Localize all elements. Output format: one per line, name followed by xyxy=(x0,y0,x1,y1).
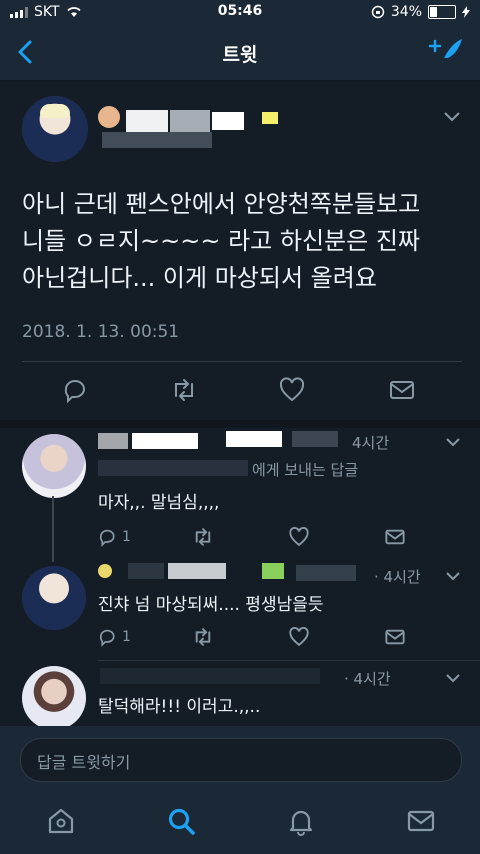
search-icon[interactable] xyxy=(166,806,196,836)
censored-handle xyxy=(102,132,212,148)
chevron-down-icon[interactable] xyxy=(446,674,460,683)
charging-icon xyxy=(462,6,470,18)
chevron-down-icon[interactable] xyxy=(446,438,460,447)
tweet-line: 아니 근데 펜스안에서 안양천쪽분들보고 xyxy=(22,190,421,218)
censored-name xyxy=(126,110,168,132)
notifications-icon[interactable] xyxy=(286,806,316,836)
reply-input[interactable]: 답글 트윗하기 xyxy=(20,738,462,782)
navigation-bar: 트윗 xyxy=(0,24,480,81)
chevron-down-icon[interactable] xyxy=(444,112,460,122)
censored-name xyxy=(170,110,210,132)
status-right: 34% xyxy=(371,4,470,20)
tweet-timestamp: 2018. 1. 13. 00:51 xyxy=(22,322,180,342)
censored-name xyxy=(262,112,278,124)
author-avatar[interactable] xyxy=(22,96,88,162)
reply-text: 마자,,. 말넘심,,,, xyxy=(98,493,220,513)
censored-name xyxy=(168,563,226,579)
reply-count: 1 xyxy=(122,529,131,545)
battery-icon xyxy=(428,5,456,19)
retweet-icon[interactable] xyxy=(170,376,198,404)
divider xyxy=(22,361,462,362)
rotation-lock-icon xyxy=(371,5,385,19)
compose-icon[interactable] xyxy=(428,36,464,66)
reply-time: · 4시간 xyxy=(344,670,391,688)
retweet-icon[interactable] xyxy=(192,526,214,548)
reply-time: · 4시간 xyxy=(374,568,421,586)
reply-actions: 1 xyxy=(98,526,418,548)
censored-mention xyxy=(98,460,248,476)
reply-button[interactable]: 1 xyxy=(98,626,131,648)
status-bar: SKT 05:46 34% xyxy=(0,0,480,24)
censored-name xyxy=(100,668,320,684)
reply-icon xyxy=(99,629,115,647)
censored-name xyxy=(128,563,164,579)
reply-icon xyxy=(99,529,115,547)
reply-time: 4시간 xyxy=(352,434,390,452)
reply-placeholder: 답글 트윗하기 xyxy=(37,753,131,772)
reply-avatar[interactable] xyxy=(22,566,86,630)
censored-name xyxy=(212,112,244,130)
messages-icon[interactable] xyxy=(406,806,436,836)
like-icon[interactable] xyxy=(288,526,310,548)
tweet-actions xyxy=(0,376,480,404)
home-icon[interactable] xyxy=(46,806,76,836)
reply-icon[interactable] xyxy=(62,376,90,404)
censored-handle xyxy=(296,565,356,581)
censored-name xyxy=(262,563,284,579)
reply-text: 탈덕해라!!! 이러고.,,.. xyxy=(98,697,261,717)
retweet-icon[interactable] xyxy=(192,626,214,648)
dm-icon[interactable] xyxy=(384,626,406,648)
page-title: 트윗 xyxy=(222,44,258,66)
censored-name xyxy=(98,564,112,578)
divider xyxy=(98,660,480,661)
censored-name xyxy=(132,433,198,449)
dm-icon[interactable] xyxy=(388,376,416,404)
censored-name xyxy=(98,433,128,449)
reply-count: 1 xyxy=(122,629,131,645)
reply-text: 진챠 넘 마상되써.... 평생남을듯 xyxy=(98,595,324,615)
section-divider xyxy=(0,420,480,428)
censored-handle xyxy=(292,431,338,447)
thread-line xyxy=(52,496,54,562)
reply-button[interactable]: 1 xyxy=(98,526,131,548)
censored-name xyxy=(98,106,120,128)
battery-percent: 34% xyxy=(390,4,422,20)
dm-icon[interactable] xyxy=(384,526,406,548)
tweet-line: 아닌겁니다... 이게 마상되서 올려요 xyxy=(22,264,377,292)
tweet-line: 니들 ㅇㄹ지~~~~ 라고 하신분은 진짜 xyxy=(22,227,420,255)
tweet-text: 아니 근데 펜스안에서 안양천쪽분들보고 니들 ㅇㄹ지~~~~ 라고 하신분은 … xyxy=(22,186,462,297)
reply-avatar[interactable] xyxy=(22,666,86,730)
censored-name xyxy=(226,431,282,447)
like-icon[interactable] xyxy=(288,626,310,648)
chevron-down-icon[interactable] xyxy=(446,572,460,581)
tab-bar xyxy=(0,802,480,842)
bottom-bar: 답글 트윗하기 xyxy=(0,726,480,854)
reply-avatar[interactable] xyxy=(22,434,86,498)
reply-to-label: 에게 보내는 답글 xyxy=(252,461,359,479)
like-icon[interactable] xyxy=(278,376,306,404)
reply-actions: 1 xyxy=(98,626,418,648)
